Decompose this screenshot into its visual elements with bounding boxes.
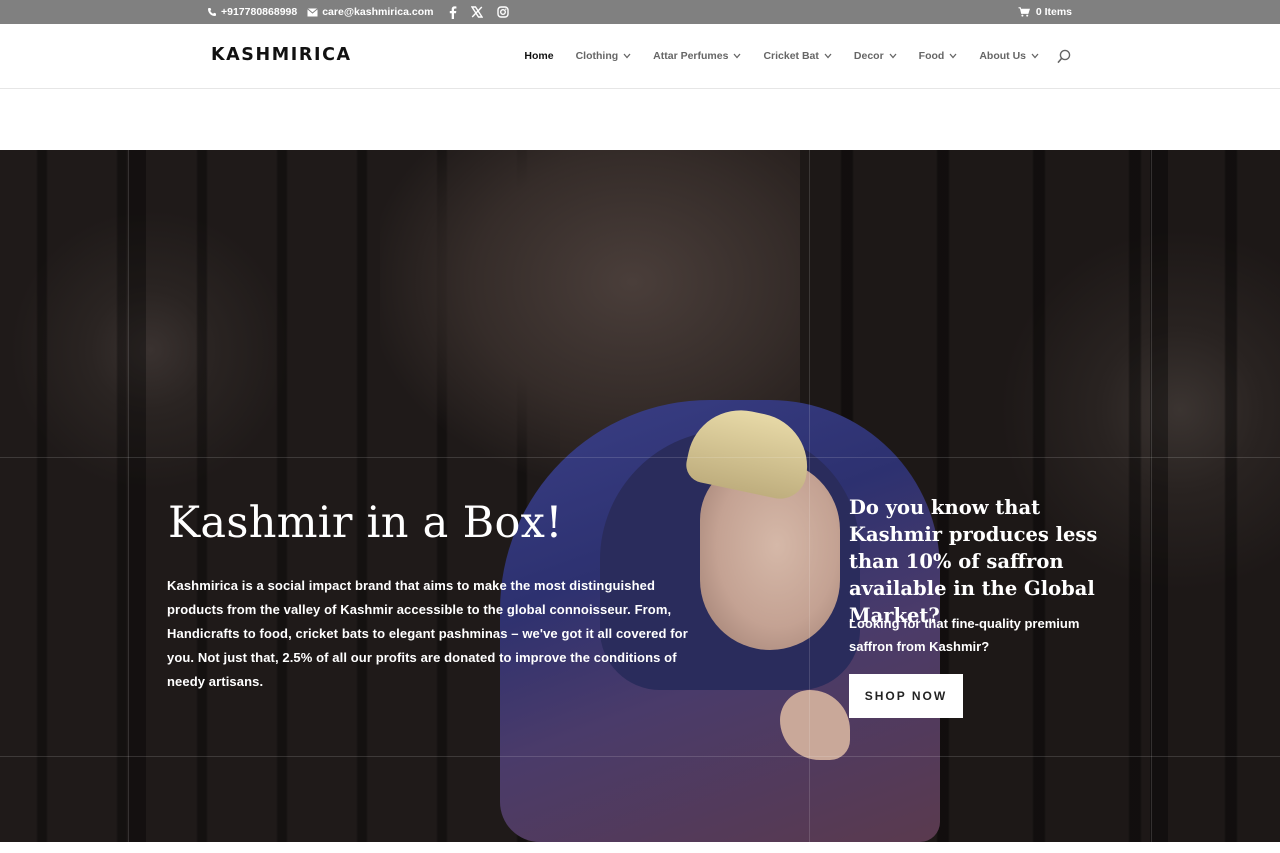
chevron-down-icon <box>824 50 832 62</box>
door-panel <box>1150 150 1168 842</box>
hero-description: Kashmirica is a social impact brand that… <box>167 578 688 689</box>
nav-item-home[interactable]: Home <box>524 50 553 62</box>
cart-count: 0 Items <box>1035 6 1072 18</box>
site-header: KASHMIRICA Home Clothing Attar Perfumes … <box>0 24 1280 89</box>
grid-line <box>0 457 1280 458</box>
chevron-down-icon <box>949 50 957 62</box>
door-panel <box>128 150 146 842</box>
email-address: care@kashmirica.com <box>322 6 434 18</box>
chevron-down-icon <box>733 50 741 62</box>
grid-line <box>1151 150 1152 842</box>
nav-item-label: Food <box>918 50 945 62</box>
shopping-cart-icon <box>1018 7 1030 17</box>
instagram-icon[interactable] <box>497 6 510 18</box>
x-twitter-icon[interactable] <box>471 6 484 18</box>
hero-title: Kashmir in a Box! <box>168 498 563 548</box>
contact-info: +917780868998 care@kashmirica.com <box>207 0 510 24</box>
grid-line <box>128 150 129 842</box>
search-icon[interactable] <box>1057 49 1071 69</box>
nav-item-cricket-bat[interactable]: Cricket Bat <box>763 50 832 62</box>
nav-item-label: Cricket Bat <box>763 50 819 62</box>
nav-item-clothing[interactable]: Clothing <box>576 50 632 62</box>
nav-item-attar-perfumes[interactable]: Attar Perfumes <box>653 50 741 62</box>
nav-item-label: Attar Perfumes <box>653 50 729 62</box>
nav-item-decor[interactable]: Decor <box>854 50 897 62</box>
email-link[interactable]: care@kashmirica.com <box>307 6 433 18</box>
envelope-icon <box>307 7 319 17</box>
main-navigation: Home Clothing Attar Perfumes Cricket Bat… <box>524 24 1039 88</box>
chevron-down-icon <box>889 50 897 62</box>
grid-line <box>0 756 1280 757</box>
phone-link[interactable]: +917780868998 <box>207 6 297 18</box>
shop-now-button[interactable]: SHOP NOW <box>849 674 963 718</box>
facebook-icon[interactable] <box>449 5 457 19</box>
nav-item-label: Home <box>524 50 554 62</box>
nav-item-food[interactable]: Food <box>919 50 958 62</box>
nav-item-about-us[interactable]: About Us <box>979 50 1039 62</box>
hero-section: Kashmir in a Box! Kashmirica is a social… <box>0 150 1280 842</box>
chevron-down-icon <box>1031 50 1039 62</box>
chevron-down-icon <box>623 50 631 62</box>
grid-line <box>809 150 810 842</box>
phone-icon <box>207 7 217 17</box>
saffron-heading: Do you know that Kashmir produces less t… <box>849 496 1098 627</box>
saffron-description: Looking for that fine-quality premium sa… <box>849 616 1080 654</box>
phone-number: +917780868998 <box>221 6 298 18</box>
nav-item-label: Clothing <box>575 50 619 62</box>
cart-link[interactable]: 0 Items <box>1018 0 1072 24</box>
nav-item-label: Decor <box>853 50 884 62</box>
social-links <box>449 5 510 19</box>
top-bar: +917780868998 care@kashmirica.com 0 Item… <box>0 0 1280 24</box>
site-logo[interactable]: KASHMIRICA <box>211 45 352 65</box>
nav-item-label: About Us <box>979 50 1026 62</box>
